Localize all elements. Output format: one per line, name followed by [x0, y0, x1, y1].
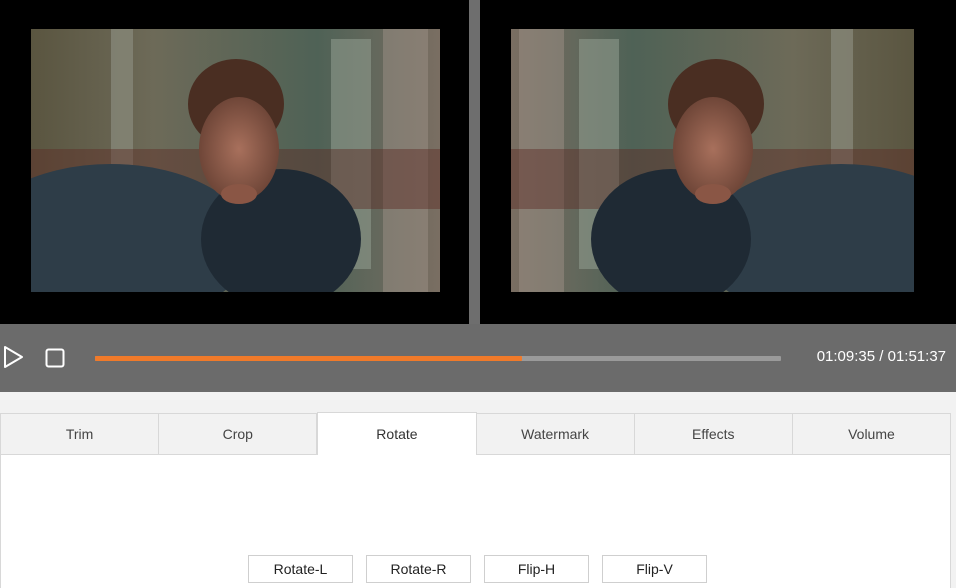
seek-slider[interactable] — [95, 356, 781, 361]
tab-watermark[interactable]: Watermark — [477, 414, 635, 454]
total-time: 01:51:37 — [887, 348, 946, 365]
original-preview — [0, 0, 469, 324]
rotate-right-button[interactable]: Rotate-R — [366, 555, 471, 583]
rotate-left-button[interactable]: Rotate-L — [248, 555, 353, 583]
current-time: 01:09:35 — [816, 348, 876, 365]
tab-volume[interactable]: Volume — [793, 414, 950, 454]
play-icon[interactable] — [3, 345, 25, 369]
rotate-panel: Rotate-L Rotate-R Flip-H Flip-V — [0, 455, 951, 588]
tab-rotate[interactable]: Rotate — [317, 412, 477, 456]
output-video-frame — [511, 29, 914, 292]
tab-effects[interactable]: Effects — [635, 414, 793, 454]
original-video-frame — [31, 29, 440, 292]
flip-vertical-button[interactable]: Flip-V — [602, 555, 707, 583]
edit-tabs: Trim Crop Rotate Watermark Effects Volum… — [0, 412, 951, 456]
stop-icon[interactable] — [45, 348, 65, 368]
preview-output — [480, 0, 956, 324]
tab-trim[interactable]: Trim — [1, 414, 160, 454]
flip-horizontal-button[interactable]: Flip-H — [484, 555, 589, 583]
playback-controls: 01:09:35 / 01:51:37 — [0, 324, 956, 392]
seek-progress — [95, 356, 522, 361]
time-display: 01:09:35 / 01:51:37 — [817, 348, 946, 365]
tab-crop[interactable]: Crop — [159, 414, 318, 454]
time-separator: / — [875, 348, 888, 365]
preview-area — [0, 0, 956, 324]
